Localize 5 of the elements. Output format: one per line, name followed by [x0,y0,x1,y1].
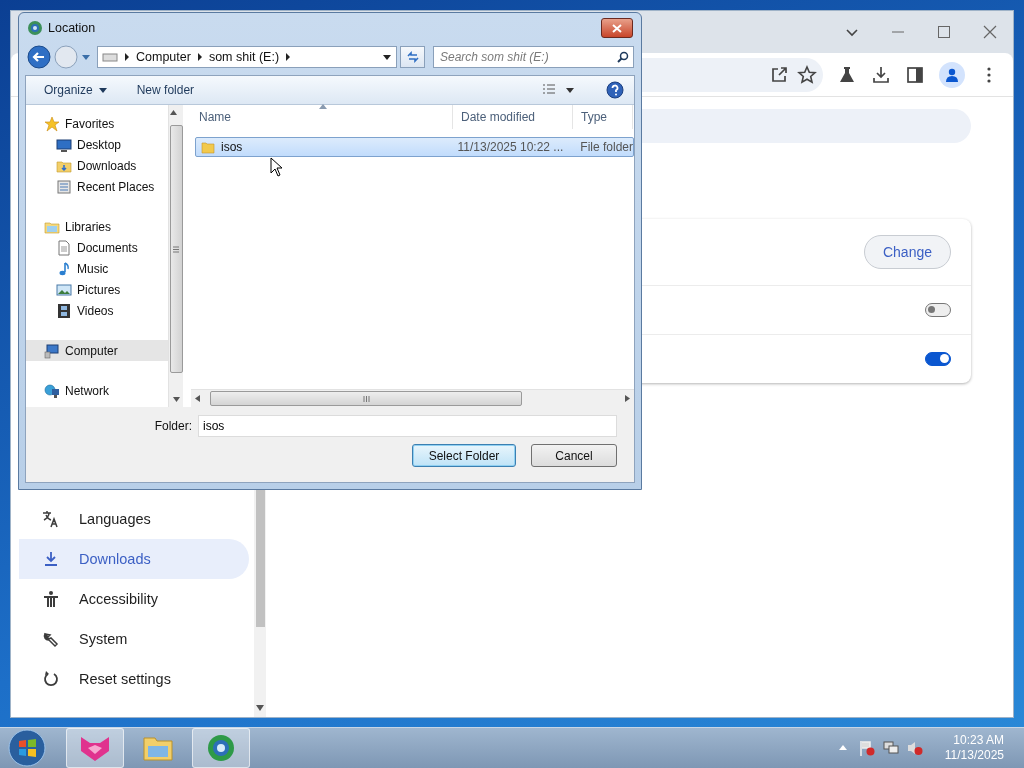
window-title: Location [48,21,97,35]
folder-label: Folder: [154,419,192,433]
file-type: File folder [579,140,633,154]
file-name: isos [221,140,243,154]
date-modified: 11/13/2025 10:22 ... [456,140,565,154]
